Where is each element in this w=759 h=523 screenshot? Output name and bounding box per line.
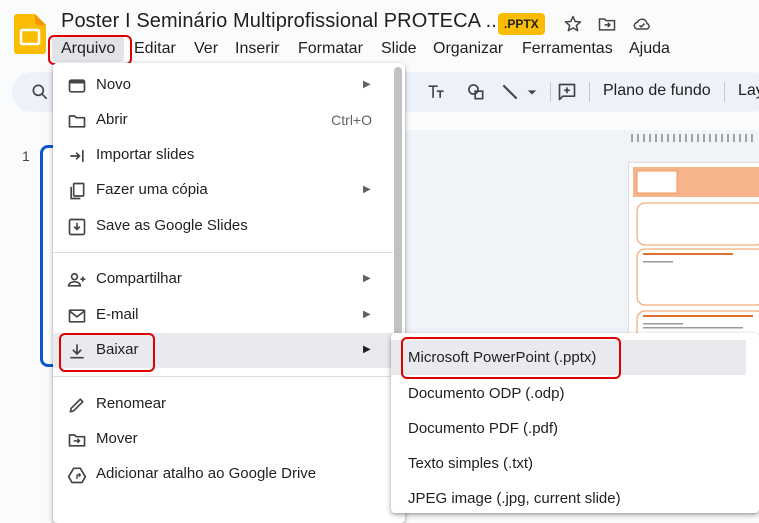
file-menu-mover[interactable]: Mover — [53, 422, 393, 457]
drive-shortcut-icon — [67, 467, 87, 484]
submenu-arrow-icon: ▶ — [363, 273, 371, 284]
person-add-icon — [67, 272, 86, 287]
menu-organizar[interactable]: Organizar — [424, 36, 512, 62]
download-pdf[interactable]: Documento PDF (.pdf) — [391, 411, 746, 446]
slides-logo-icon[interactable] — [14, 14, 46, 54]
file-format-badge: .PPTX — [498, 13, 545, 35]
slides-icon — [68, 79, 86, 93]
background-button[interactable]: Plano de fundo — [603, 82, 711, 100]
pencil-icon — [69, 398, 84, 413]
add-comment-icon[interactable] — [557, 82, 577, 102]
file-menu-baixar[interactable]: Baixar ▶ — [53, 333, 393, 368]
line-dropdown-icon[interactable] — [525, 82, 539, 102]
toolbar-divider — [724, 82, 725, 102]
submenu-arrow-icon: ▶ — [363, 309, 371, 320]
file-menu-novo[interactable]: Novo ▶ — [53, 68, 393, 103]
layout-button[interactable]: Lay — [738, 82, 759, 100]
download-txt[interactable]: Texto simples (.txt) — [391, 446, 746, 481]
file-menu-compartilhar[interactable]: Compartilhar ▶ — [53, 262, 393, 297]
download-odp[interactable]: Documento ODP (.odp) — [391, 376, 746, 411]
copy-icon — [70, 182, 85, 200]
move-folder-icon[interactable] — [597, 14, 617, 34]
file-menu-save-as-slides[interactable]: Save as Google Slides — [53, 209, 393, 244]
shortcut-label: Ctrl+O — [331, 112, 372, 128]
file-menu-atalho-drive[interactable]: Adicionar atalho ao Google Drive — [53, 457, 393, 492]
file-menu-abrir[interactable]: Abrir Ctrl+O — [53, 103, 393, 138]
menu-ferramentas[interactable]: Ferramentas — [513, 36, 622, 62]
mail-icon — [68, 309, 86, 323]
slide-number: 1 — [22, 148, 30, 164]
import-icon — [70, 150, 84, 162]
folder-icon — [68, 115, 86, 128]
star-icon[interactable] — [563, 14, 583, 34]
text-box-icon[interactable] — [426, 82, 446, 102]
shape-icon[interactable] — [466, 82, 486, 102]
horizontal-ruler[interactable] — [630, 130, 759, 142]
menu-separator — [53, 252, 393, 253]
search-menus-icon[interactable] — [30, 82, 50, 102]
menu-scrollbar[interactable] — [394, 67, 402, 341]
file-menu: Novo ▶ Abrir Ctrl+O Importar slides Faze… — [53, 63, 405, 523]
download-submenu: Microsoft PowerPoint (.pptx) Documento O… — [391, 333, 759, 513]
menu-formatar[interactable]: Formatar — [289, 36, 372, 62]
toolbar-divider — [550, 82, 551, 102]
file-menu-copia[interactable]: Fazer uma cópia ▶ — [53, 173, 393, 208]
cloud-status-icon[interactable] — [632, 14, 652, 34]
file-menu-email[interactable]: E-mail ▶ — [53, 298, 393, 333]
toolbar-divider — [589, 82, 590, 102]
document-title[interactable]: Poster I Seminário Multiprofissional PRO… — [61, 10, 503, 33]
submenu-arrow-icon: ▶ — [363, 184, 371, 195]
menu-ver[interactable]: Ver — [185, 36, 227, 62]
save-icon — [68, 218, 86, 236]
download-jpeg[interactable]: JPEG image (.jpg, current slide) — [391, 481, 746, 516]
menu-ajuda[interactable]: Ajuda — [620, 36, 679, 62]
move-folder-icon — [68, 434, 86, 447]
line-icon[interactable] — [500, 82, 520, 102]
file-menu-renomear[interactable]: Renomear — [53, 387, 393, 422]
menu-slide[interactable]: Slide — [372, 36, 426, 62]
file-menu-importar[interactable]: Importar slides — [53, 138, 393, 173]
menu-separator — [53, 376, 393, 377]
submenu-arrow-icon: ▶ — [363, 79, 371, 90]
menu-arquivo[interactable]: Arquivo — [52, 36, 125, 62]
submenu-arrow-icon: ▶ — [363, 344, 371, 355]
download-icon — [70, 344, 84, 359]
menu-editar[interactable]: Editar — [125, 36, 185, 62]
menu-inserir[interactable]: Inserir — [226, 36, 288, 62]
download-pptx[interactable]: Microsoft PowerPoint (.pptx) — [391, 340, 746, 375]
